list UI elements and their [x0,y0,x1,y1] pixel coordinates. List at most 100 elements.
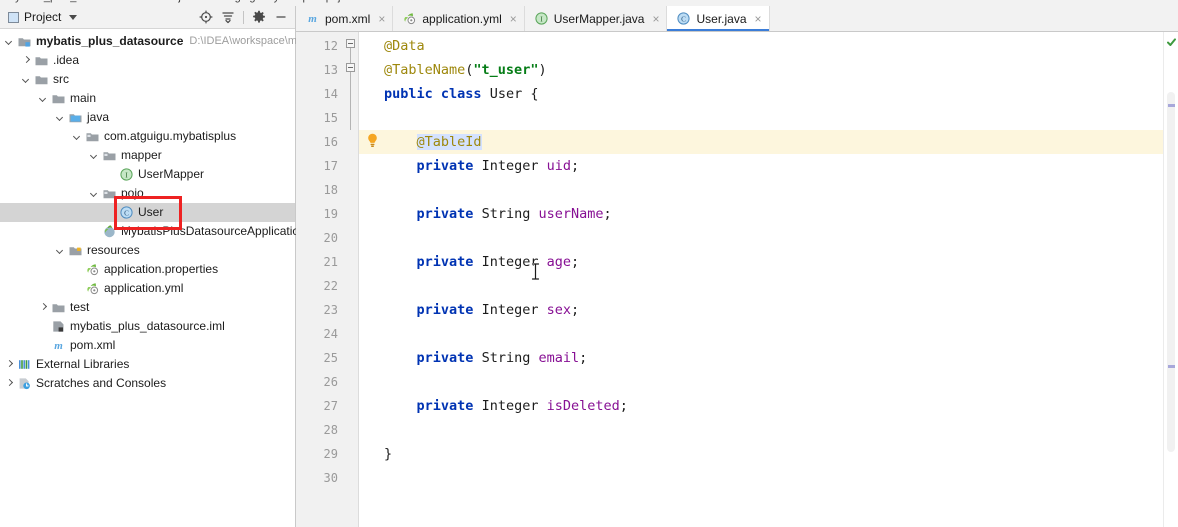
code-line[interactable]: public class User { [384,82,539,106]
collapse-all-icon[interactable] [218,7,238,27]
tree-node-label: .idea [53,53,80,67]
tree-node-mapper[interactable]: mapper [0,146,295,165]
punctuation-token: ; [571,302,580,318]
project-tree[interactable]: mybatis_plus_datasource D:\IDEA\workspace… [0,29,299,393]
tree-node-idea[interactable]: .idea [0,51,295,70]
code-line[interactable]: private String email; [384,346,588,370]
package-icon [102,148,117,163]
code-line[interactable]: @TableName("t_user") [384,58,547,82]
minimize-icon[interactable] [271,7,291,27]
source-folder-icon [68,110,83,125]
chevron-down-icon[interactable] [72,131,83,142]
fold-marker-icon[interactable] [346,63,355,72]
tree-node-test[interactable]: test [0,298,295,317]
tree-node-label: MybatisPlusDatasourceApplicatio [121,224,300,238]
tree-node-user[interactable]: C User [0,203,295,222]
tree-node-src[interactable]: src [0,70,295,89]
punctuation-token [538,158,546,174]
project-title-button[interactable]: Project [0,10,78,24]
gear-icon[interactable] [249,7,269,27]
tree-node-usermapper[interactable]: I UserMapper [0,165,295,184]
tree-node-external-libraries[interactable]: External Libraries [0,355,295,374]
tree-node-java[interactable]: java [0,108,295,127]
line-number: 23 [323,303,338,317]
folder-icon [51,91,66,106]
fold-marker-icon[interactable] [346,39,355,48]
tree-node-mybatis-plus-datasource-iml[interactable]: mybatis_plus_datasource.iml [0,317,295,336]
tree-node-pom-xml[interactable]: m pom.xml [0,336,295,355]
line-number: 19 [323,207,338,221]
code-line[interactable]: private Integer uid; [384,154,580,178]
class-icon: C [119,205,134,220]
close-icon[interactable]: × [378,12,385,26]
code-line[interactable]: } [384,442,392,466]
code-line[interactable]: private Integer isDeleted; [384,394,628,418]
tree-node-application-yml[interactable]: application.yml [0,279,295,298]
type-token: Integer [481,158,539,174]
keyword-token: private [416,350,474,366]
chevron-down-icon[interactable] [69,14,78,20]
tree-node-mybatisplusdatasourceapplicatio[interactable]: MybatisPlusDatasourceApplicatio [0,222,299,241]
fold-gutter[interactable] [344,32,359,527]
tree-node-label: mybatis_plus_datasource.iml [70,319,225,333]
locate-icon[interactable] [196,7,216,27]
editor-marker-bar[interactable] [1163,32,1178,527]
interface-icon: I [119,167,134,182]
chevron-down-icon[interactable] [89,150,100,161]
punctuation-token [473,206,481,222]
keyword-token: private [416,254,474,270]
tree-node-label: application.properties [104,262,219,276]
code-line[interactable]: private Integer age; [384,250,580,274]
close-icon[interactable]: × [755,12,762,26]
code-line[interactable]: private String userName; [384,202,612,226]
chevron-right-icon[interactable] [38,302,49,313]
punctuation-token: { [530,86,539,102]
field-token: userName [538,206,604,222]
close-icon[interactable]: × [510,12,517,26]
field-token: email [538,350,580,366]
chevron-down-icon[interactable] [55,112,66,123]
tree-node-scratches-and-consoles[interactable]: Scratches and Consoles [0,374,295,393]
inspection-ok-icon[interactable] [1167,36,1176,46]
svg-text:m: m [54,340,63,352]
line-number: 22 [323,279,338,293]
svg-text:C: C [124,209,129,217]
tree-node-main[interactable]: main [0,89,295,108]
editor-scrollbar-thumb[interactable] [1167,92,1175,452]
chevron-down-icon[interactable] [4,36,15,47]
chevron-down-icon[interactable] [55,245,66,256]
code-line[interactable]: private Integer sex; [384,298,580,322]
intention-bulb-icon[interactable] [366,133,379,148]
tree-node-application-properties[interactable]: application.properties [0,260,295,279]
keyword-token: private [416,398,474,414]
maven-icon: m [305,11,320,26]
tree-node-resources[interactable]: resources [0,241,295,260]
punctuation-token [384,350,417,366]
fold-region-line [350,48,351,63]
chevron-down-icon[interactable] [21,74,32,85]
punctuation-token [433,86,441,102]
chevron-right-icon[interactable] [21,55,32,66]
editor-tab-pom-xml[interactable]: m pom.xml × [296,6,394,31]
line-number: 12 [323,39,338,53]
project-tool-window: Project mybatis_plus_datasource D:\IDEA\… [0,6,299,527]
code-editor[interactable]: 12 13 14 15 16 17 18 19 20 21 22 23 24 25 26 27 28 29 30 @… [296,32,1178,527]
tree-node-mybatis-plus-datasource[interactable]: mybatis_plus_datasource D:\IDEA\workspace… [0,32,297,51]
editor-tab-usermapper-java[interactable]: I UserMapper.java × [524,6,668,31]
code-line[interactable]: @Data [384,34,425,58]
chevron-right-icon[interactable] [4,359,15,370]
editor-tab-user-java[interactable]: C User.java × [667,6,770,31]
close-icon[interactable]: × [652,12,659,26]
editor-tab-bar[interactable]: m pom.xml × application.yml × I UserMapper.jav… [296,6,1178,32]
code-line[interactable]: @TableId [384,130,482,154]
chevron-right-icon[interactable] [4,378,15,389]
tree-node-label: External Libraries [36,357,130,371]
tree-node-com-atguigu-mybatisplus[interactable]: com.atguigu.mybatisplus [0,127,295,146]
chevron-down-icon[interactable] [89,188,100,199]
chevron-down-icon[interactable] [38,93,49,104]
editor-tab-application-yml[interactable]: application.yml × [393,6,525,31]
code-text[interactable]: @Data @TableName("t_user") public class Us… [384,32,1178,527]
tree-node-label: UserMapper [138,167,205,181]
tree-node-pojo[interactable]: pojo [0,184,295,203]
